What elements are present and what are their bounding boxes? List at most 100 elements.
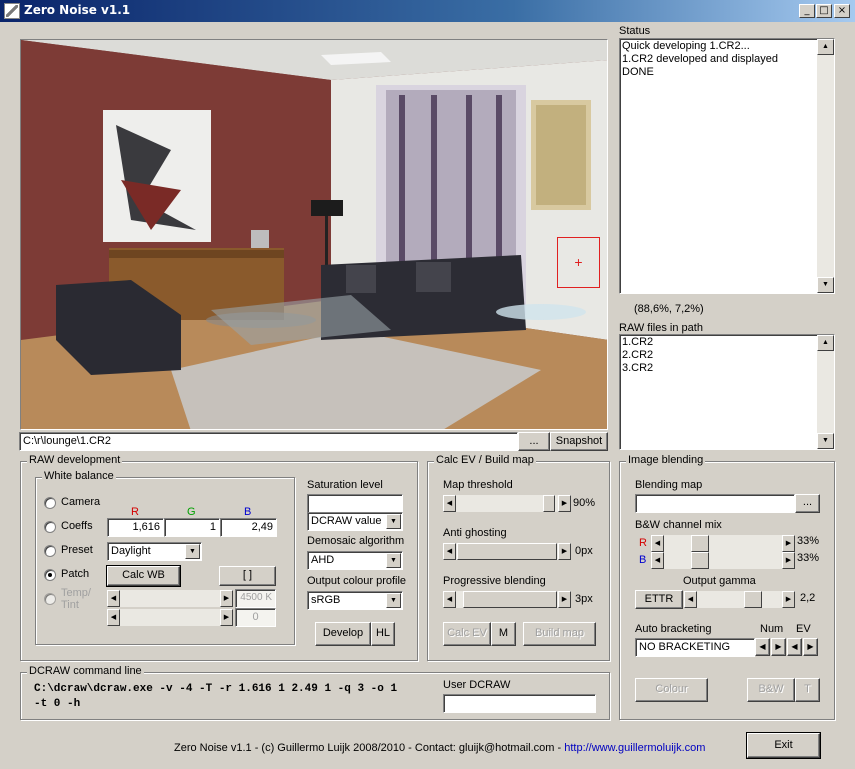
colour-button[interactable]: Colour	[635, 678, 708, 702]
temp-tint-radio[interactable]	[44, 593, 56, 605]
right-arrow-icon[interactable]: ▶	[558, 591, 571, 608]
bw-r-label: R	[639, 537, 647, 549]
m-button[interactable]: M	[491, 622, 516, 646]
camera-radio[interactable]	[44, 497, 56, 509]
blending-map-browse-button[interactable]: ...	[795, 494, 820, 513]
coeff-r-field[interactable]: 1,616	[107, 518, 164, 537]
left-arrow-icon[interactable]: ◀	[443, 591, 456, 608]
left-arrow-icon[interactable]: ◀	[443, 495, 456, 512]
map-threshold-slider[interactable]: ◀ ▶	[443, 495, 571, 512]
window-title: Zero Noise v1.1	[24, 3, 131, 17]
patch-bracket-button[interactable]: [ ]	[219, 566, 276, 586]
chevron-down-icon[interactable]: ▼	[386, 514, 401, 529]
bw-button[interactable]: B&W	[747, 678, 795, 702]
slider-thumb[interactable]	[457, 543, 557, 560]
anti-ghosting-label: Anti ghosting	[443, 527, 507, 539]
slider-thumb[interactable]	[744, 591, 762, 608]
status-scrollbar[interactable]: ▲ ▼	[817, 39, 834, 293]
maximize-button[interactable]: □	[816, 4, 832, 18]
profile-value: sRGB	[311, 594, 341, 606]
bw-r-slider[interactable]: ◀ ▶	[651, 535, 795, 552]
right-arrow-icon[interactable]: ▶	[558, 543, 571, 560]
ev-increase-icon[interactable]: ▶	[803, 638, 818, 656]
list-item[interactable]: 2.CR2	[622, 349, 653, 362]
anti-ghosting-slider[interactable]: ◀ ▶	[443, 543, 571, 560]
temp-slider[interactable]: ◀ ▶	[107, 590, 233, 607]
chevron-down-icon[interactable]: ▼	[386, 593, 401, 608]
map-threshold-value: 90%	[573, 497, 596, 509]
left-arrow-icon[interactable]: ◀	[107, 609, 120, 626]
close-button[interactable]: ×	[834, 4, 850, 18]
output-gamma-slider[interactable]: ◀ ▶	[684, 591, 795, 608]
num-decrease-icon[interactable]: ◀	[755, 638, 770, 656]
right-arrow-icon[interactable]: ▶	[220, 590, 233, 607]
patch-radio[interactable]	[44, 569, 56, 581]
output-gamma-label: Output gamma	[683, 575, 756, 587]
right-arrow-icon[interactable]: ▶	[558, 495, 571, 512]
preset-select[interactable]: Daylight ▼	[107, 542, 202, 561]
website-link[interactable]: http://www.guillermoluijk.com	[564, 742, 705, 754]
progressive-blending-value: 3px	[575, 593, 593, 605]
profile-select[interactable]: sRGB ▼	[307, 591, 403, 610]
patch-selector[interactable]: +	[557, 237, 600, 288]
tint-slider[interactable]: ◀ ▶	[107, 609, 233, 626]
slider-thumb[interactable]	[543, 495, 555, 512]
temp-value: 4500 K	[235, 589, 276, 608]
status-line: Quick developing 1.CR2...	[622, 40, 750, 52]
calc-ev-button[interactable]: Calc EV	[443, 622, 491, 646]
preset-radio[interactable]	[44, 545, 56, 557]
t-button[interactable]: T	[795, 678, 820, 702]
status-log[interactable]: Quick developing 1.CR2... 1.CR2 develope…	[619, 38, 835, 294]
scroll-down-icon[interactable]: ▼	[817, 433, 834, 449]
bw-r-value: 33%	[797, 535, 820, 547]
bracketing-field[interactable]: NO BRACKETING	[635, 638, 755, 657]
slider-thumb[interactable]	[691, 535, 709, 552]
raw-files-scrollbar[interactable]: ▲ ▼	[817, 335, 834, 449]
list-item[interactable]: 3.CR2	[622, 362, 653, 375]
image-preview[interactable]: +	[20, 39, 608, 430]
user-dcraw-field[interactable]	[443, 694, 596, 713]
right-arrow-icon[interactable]: ▶	[782, 535, 795, 552]
title-bar[interactable]: Zero Noise v1.1 _ □ ×	[0, 0, 855, 22]
scroll-up-icon[interactable]: ▲	[817, 39, 834, 55]
bw-channel-mix-label: B&W channel mix	[635, 519, 722, 531]
demosaic-select[interactable]: AHD ▼	[307, 551, 403, 570]
saturation-field[interactable]	[307, 494, 403, 513]
right-arrow-icon[interactable]: ▶	[782, 552, 795, 569]
status-line: DONE	[622, 66, 654, 78]
right-arrow-icon[interactable]: ▶	[220, 609, 233, 626]
build-map-button[interactable]: Build map	[523, 622, 596, 646]
left-arrow-icon[interactable]: ◀	[651, 535, 664, 552]
ettr-button[interactable]: ETTR	[635, 590, 683, 609]
slider-thumb[interactable]	[691, 552, 709, 569]
image-path-field[interactable]: C:\r\lounge\1.CR2	[19, 432, 518, 451]
left-arrow-icon[interactable]: ◀	[107, 590, 120, 607]
chevron-down-icon[interactable]: ▼	[185, 544, 200, 559]
chevron-down-icon[interactable]: ▼	[386, 553, 401, 568]
bw-b-slider[interactable]: ◀ ▶	[651, 552, 795, 569]
develop-button[interactable]: Develop	[315, 622, 371, 646]
coeff-b-field[interactable]: 2,49	[220, 518, 277, 537]
right-arrow-icon[interactable]: ▶	[782, 591, 795, 608]
list-item[interactable]: 1.CR2	[622, 336, 653, 349]
scroll-down-icon[interactable]: ▼	[817, 277, 834, 293]
browse-image-button[interactable]: ...	[518, 432, 550, 451]
blending-map-field[interactable]	[635, 494, 795, 513]
minimize-button[interactable]: _	[799, 4, 815, 18]
calc-wb-button[interactable]: Calc WB	[106, 565, 181, 587]
num-increase-icon[interactable]: ▶	[771, 638, 786, 656]
left-arrow-icon[interactable]: ◀	[443, 543, 456, 560]
ev-decrease-icon[interactable]: ◀	[787, 638, 802, 656]
coeff-g-field[interactable]: 1	[164, 518, 220, 537]
snapshot-button[interactable]: Snapshot	[550, 432, 608, 451]
progressive-blending-slider[interactable]: ◀ ▶	[443, 591, 571, 608]
left-arrow-icon[interactable]: ◀	[684, 591, 697, 608]
scroll-up-icon[interactable]: ▲	[817, 335, 834, 351]
left-arrow-icon[interactable]: ◀	[651, 552, 664, 569]
raw-files-list[interactable]: 1.CR2 2.CR2 3.CR2 ▲ ▼	[619, 334, 835, 450]
saturation-mode-select[interactable]: DCRAW value ▼	[307, 512, 403, 531]
coeffs-radio[interactable]	[44, 521, 56, 533]
exit-button[interactable]: Exit	[746, 732, 821, 759]
slider-thumb[interactable]	[463, 591, 557, 608]
hl-button[interactable]: HL	[371, 622, 395, 646]
